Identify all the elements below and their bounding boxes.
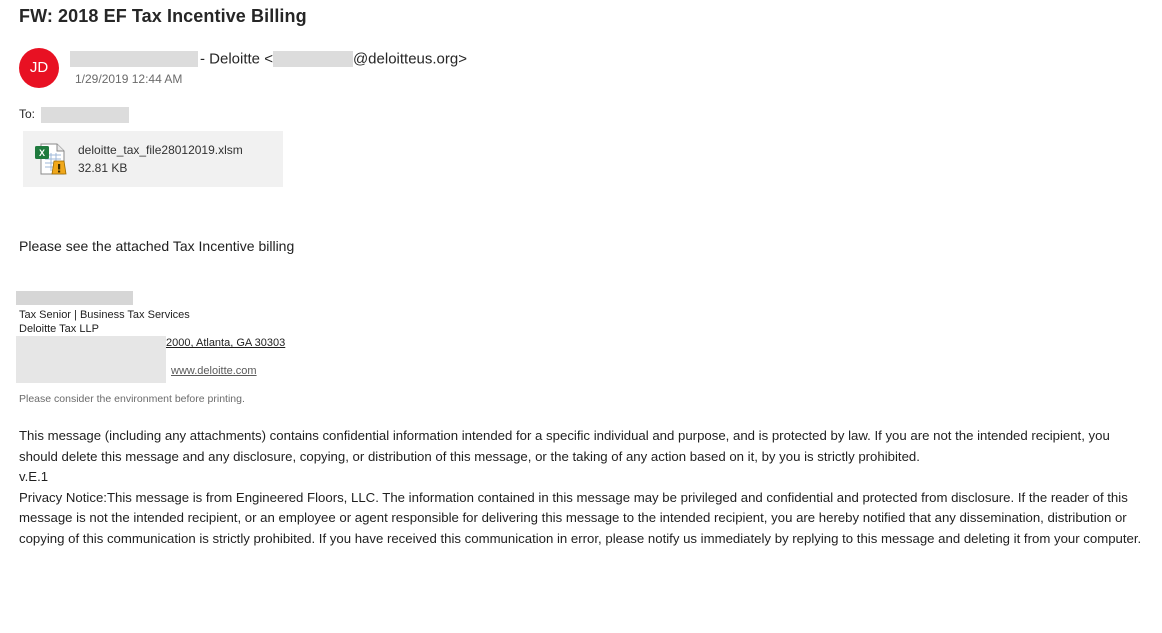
redacted-recipient [41, 107, 130, 123]
sender-line[interactable]: - Deloitte < @deloitteus.org> [70, 50, 467, 70]
version-tag: v.E.1 [19, 469, 49, 485]
redacted-sender-name [70, 51, 198, 68]
disclaimer-block: This message (including any attachments)… [19, 426, 1151, 550]
to-label: To: [19, 107, 36, 122]
environment-note: Please consider the environment before p… [19, 393, 245, 405]
excel-macro-file-icon: X [35, 143, 67, 175]
sent-date: 1/29/2019 12:44 AM [75, 72, 183, 86]
signature-title: Tax Senior | Business Tax Services [19, 309, 190, 321]
sender-avatar[interactable]: JD [19, 48, 59, 88]
privacy-notice: Privacy Notice:This message is from Engi… [19, 489, 1142, 546]
email-subject: FW: 2018 EF Tax Incentive Billing [19, 6, 307, 26]
redacted-sender-email [272, 51, 353, 68]
sender-org: - Deloitte < [200, 50, 273, 68]
recipient-line: To: [19, 107, 130, 123]
signature-address-link[interactable]: 2000, Atlanta, GA 30303 [166, 337, 285, 349]
signature-website-link[interactable]: www.deloitte.com [171, 365, 257, 377]
signature-company: Deloitte Tax LLP [19, 323, 99, 335]
redacted-signature-name [16, 291, 133, 305]
sender-email-domain: @deloitteus.org> [352, 50, 467, 68]
redacted-signature-address [16, 336, 166, 383]
attachment-filename[interactable]: deloitte_tax_file28012019.xlsm [78, 143, 243, 157]
confidentiality-notice: This message (including any attachments)… [19, 428, 1110, 464]
svg-text:X: X [39, 148, 45, 158]
attachment-size: 32.81 KB [78, 161, 128, 175]
message-body: Please see the attached Tax Incentive bi… [19, 238, 295, 254]
attachment-card[interactable]: X deloitte_tax_file28012019.xlsm 32.81 K… [23, 131, 283, 187]
